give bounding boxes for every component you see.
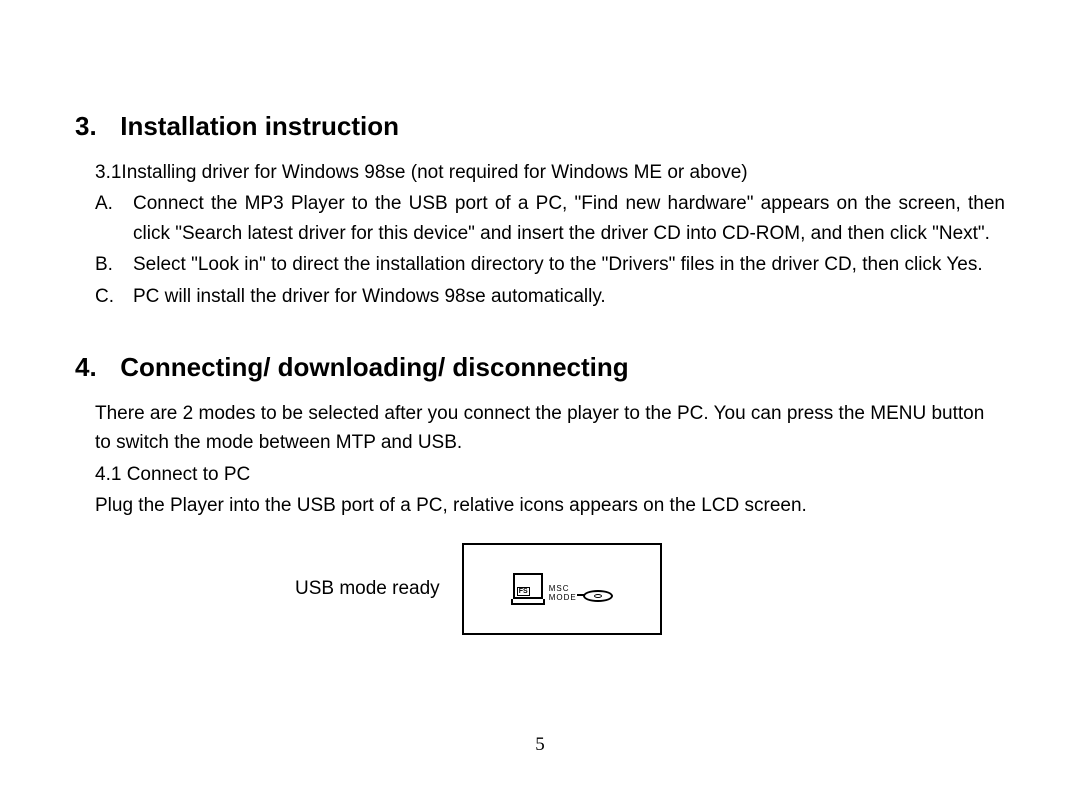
- monitor-icon: FS: [511, 573, 545, 605]
- page-number: 5: [0, 734, 1080, 756]
- mode-text: MODE: [549, 594, 577, 603]
- section-3-number: 3.: [75, 110, 113, 144]
- device-icon: [583, 590, 613, 602]
- usb-mode-label: USB mode ready: [95, 578, 440, 600]
- section-3-abc-list: A. Connect the MP3 Player to the USB por…: [75, 189, 1005, 311]
- section-3-heading: 3. Installation instruction: [75, 110, 1005, 144]
- list-item-text: PC will install the driver for Windows 9…: [133, 282, 1005, 311]
- section-3-title: Installation instruction: [120, 111, 399, 141]
- section-4-number: 4.: [75, 351, 113, 385]
- section-4-intro: There are 2 modes to be selected after y…: [75, 399, 1005, 458]
- list-item: B. Select "Look in" to direct the instal…: [95, 250, 1005, 279]
- section-4-title: Connecting/ downloading/ disconnecting: [120, 352, 628, 382]
- section-4-heading: 4. Connecting/ downloading/ disconnectin…: [75, 351, 1005, 385]
- usb-mode-row: USB mode ready FS MSC MODE: [75, 543, 1005, 635]
- section-4: 4. Connecting/ downloading/ disconnectin…: [75, 351, 1005, 635]
- fs-label: FS: [517, 587, 530, 596]
- list-item: C. PC will install the driver for Window…: [95, 282, 1005, 311]
- list-item-label: C.: [95, 282, 133, 311]
- lcd-screen-illustration: FS MSC MODE: [462, 543, 662, 635]
- section-3-1-subheading: 3.1Installing driver for Windows 98se (n…: [75, 158, 1005, 187]
- list-item-text: Connect the MP3 Player to the USB port o…: [133, 189, 1005, 248]
- list-item-text: Select "Look in" to direct the installat…: [133, 250, 1005, 279]
- section-4-1-text: Plug the Player into the USB port of a P…: [75, 491, 1005, 520]
- list-item: A. Connect the MP3 Player to the USB por…: [95, 189, 1005, 248]
- list-item-label: B.: [95, 250, 133, 279]
- list-item-label: A.: [95, 189, 133, 248]
- msc-mode-label: MSC MODE: [549, 585, 577, 603]
- section-4-1-subheading: 4.1 Connect to PC: [75, 460, 1005, 489]
- section-3: 3. Installation instruction 3.1Installin…: [75, 110, 1005, 311]
